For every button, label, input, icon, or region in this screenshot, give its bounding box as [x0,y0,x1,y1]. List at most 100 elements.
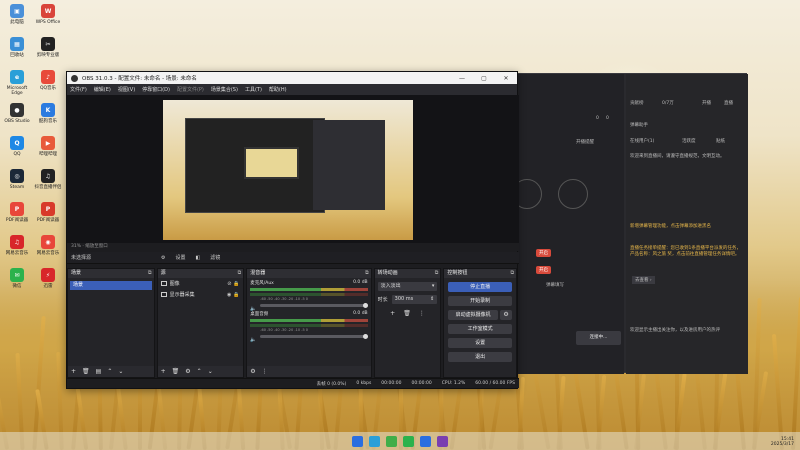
maximize-icon[interactable]: ▢ [473,75,495,82]
streaming-app-tab[interactable]: 贴纸 [716,138,725,144]
menu-edit[interactable]: 编辑(E) [94,86,111,93]
chevron-down-icon[interactable]: ⌄ [118,368,123,375]
desktop-shortcut[interactable]: ▶ 哔哩哔哩 [33,136,63,157]
volume-slider[interactable] [260,334,369,339]
menu-tools[interactable]: 工具(T) [245,86,262,93]
desktop-shortcut[interactable]: ▣ 此电脑 [2,4,32,25]
desktop-shortcut[interactable]: ✂ 剪映专业版 [33,37,63,58]
source-list-item[interactable]: 显示器采集 ◉ 🔒 [158,289,244,300]
studio-mode-button[interactable]: 工作室模式 [448,324,513,334]
menu-scene-collection[interactable]: 场景集合(S) [211,86,238,93]
exit-button[interactable]: 退出 [448,352,513,362]
dock-undock-icon[interactable]: ⧉ [148,269,152,278]
streaming-app-toolbar-item[interactable]: 直播 [724,100,733,106]
streaming-app-toolbar-item[interactable]: 开播提醒 [576,139,594,145]
gear-icon[interactable]: ⚙ [250,368,255,375]
system-tray-clock[interactable]: 15:41 2025/3/17 [771,437,794,447]
desktop-shortcut[interactable]: ♫ 网易云音乐 [2,235,32,256]
transition-duration-input[interactable]: 300 ms ⇕ [391,295,438,304]
chevron-down-icon[interactable]: ⌄ [208,368,213,375]
streaming-app-tab[interactable]: 活跃度 [682,138,696,144]
menu-dots-icon[interactable]: ⋮ [419,310,425,317]
scene-list-item[interactable]: 场景 [70,281,152,290]
add-icon[interactable]: + [390,310,395,317]
streaming-mode-icon[interactable] [558,179,588,209]
chevron-up-icon[interactable]: ⌃ [107,368,112,375]
taskbar-app-icon[interactable] [403,435,414,447]
desktop-shortcut[interactable]: ♫ 抖音直播伴侣 [33,169,63,190]
preview-zoom-label[interactable]: 31% · 缩放至窗口 [67,243,519,251]
streaming-app-tab[interactable]: 在线用户(1) [630,138,654,144]
stop-streaming-button[interactable]: 停止直播 [448,282,513,292]
menu-docks[interactable]: 停靠窗口(D) [142,86,170,93]
desktop-shortcut[interactable]: P PDF阅读器 [33,202,63,223]
obs-window[interactable]: OBS 31.0.3 - 配置文件: 未命名 - 场景: 未命名 — ▢ ✕ 文… [66,71,519,389]
menu-dots-icon[interactable]: ⋮ [262,368,268,375]
settings-button[interactable]: 设置 [448,338,513,348]
dock-undock-icon[interactable]: ⧉ [365,269,369,278]
streaming-app-window[interactable]: 开启 开启 弹幕填写 开播提醒 0 0 连接中... 贡献榜 0/7万 开播 直… [512,73,748,374]
add-icon[interactable]: + [161,368,166,375]
taskbar-app-icon[interactable] [386,435,397,447]
taskbar-app-icon[interactable] [352,435,363,447]
desktop-shortcut[interactable]: e Microsoft Edge [2,70,32,96]
desktop-shortcut[interactable]: Q QQ [2,136,32,157]
visibility-lock-icons[interactable]: ⊘ 🔒 [227,281,239,287]
gear-icon[interactable]: ⚙ [500,310,513,320]
trash-icon[interactable]: 🗑 [82,368,90,375]
chevron-up-icon[interactable]: ⌃ [197,368,202,375]
streaming-app-view-link[interactable]: 去查看 › [632,276,655,284]
desktop-shortcut[interactable]: ♪ QQ音乐 [33,70,63,91]
volume-slider[interactable] [260,303,369,308]
streaming-app-message: 新增弹幕管理功能，点击弹幕添加进黑名 [630,224,711,229]
filter-icon[interactable]: ◧ [196,255,201,261]
transition-type-select[interactable]: 淡入淡出 ▾ [377,282,438,291]
desktop-shortcut[interactable]: ✉ 微信 [2,268,32,289]
close-icon[interactable]: ✕ [495,75,517,82]
trash-icon[interactable]: 🗑 [403,310,411,317]
dock-undock-icon[interactable]: ⧉ [238,269,242,278]
menu-help[interactable]: 帮助(H) [269,86,287,93]
gear-icon[interactable]: ⚙ [185,368,190,375]
gear-icon[interactable]: ⚙ [161,255,165,261]
desktop-shortcut-label: 回收站 [10,53,24,58]
desktop-shortcut[interactable]: ● OBS Studio [2,103,32,124]
preview-canvas[interactable] [163,100,413,240]
filter-icon[interactable]: ▤ [96,368,102,375]
source-properties-button[interactable]: 设置 [175,254,185,261]
dock-undock-icon[interactable]: ⧉ [435,269,439,278]
taskbar-pinned-apps [349,435,451,447]
desktop-shortcut[interactable]: ◉ 网易云音乐 [33,235,63,256]
app-icon: ▦ [10,37,24,51]
menu-file[interactable]: 文件(F) [70,86,87,93]
taskbar-app-icon[interactable] [369,435,380,447]
menu-view[interactable]: 视图(V) [118,86,135,93]
desktop-shortcut[interactable]: ▦ 回收站 [2,37,32,58]
taskbar-app-icon[interactable] [420,435,431,447]
desktop-shortcut[interactable]: ◎ Steam [2,169,32,190]
preview-area[interactable] [67,95,519,243]
desktop-shortcut[interactable]: P PDF阅读器 [2,202,32,223]
desktop-shortcut[interactable]: ⚡ 迅雷 [33,268,63,289]
source-filters-button[interactable]: 滤镜 [210,254,220,261]
start-virtual-camera-button[interactable]: 启动虚拟摄像机 [448,310,499,320]
dock-undock-icon[interactable]: ⧉ [510,269,514,278]
start-recording-button[interactable]: 开始录制 [448,296,513,306]
trash-icon[interactable]: 🗑 [172,368,180,375]
streaming-app-start-button[interactable]: 开启 [536,266,551,274]
minimize-icon[interactable]: — [451,75,473,82]
menu-profile[interactable]: 配置文件(P) [177,86,204,93]
desktop-shortcut[interactable]: W WPS Office [33,4,63,25]
streaming-app-connect-button[interactable]: 连接中... [576,331,621,345]
add-icon[interactable]: + [71,368,76,375]
obs-titlebar[interactable]: OBS 31.0.3 - 配置文件: 未命名 - 场景: 未命名 — ▢ ✕ [67,72,517,84]
taskbar-app-icon[interactable] [437,435,448,447]
streaming-app-start-button[interactable]: 开启 [536,249,551,257]
source-list-item[interactable]: 图像 ⊘ 🔒 [158,278,244,289]
desktop-shortcut[interactable]: K 酷狗音乐 [33,103,63,124]
streaming-app-toolbar-item[interactable]: 开播 [702,100,711,106]
visibility-lock-icons[interactable]: ◉ 🔒 [227,292,239,298]
app-icon: ✉ [10,268,24,282]
speaker-icon[interactable]: 🔈 [250,337,256,343]
streaming-app-toolbar-item[interactable]: 贡献榜 [630,100,644,106]
